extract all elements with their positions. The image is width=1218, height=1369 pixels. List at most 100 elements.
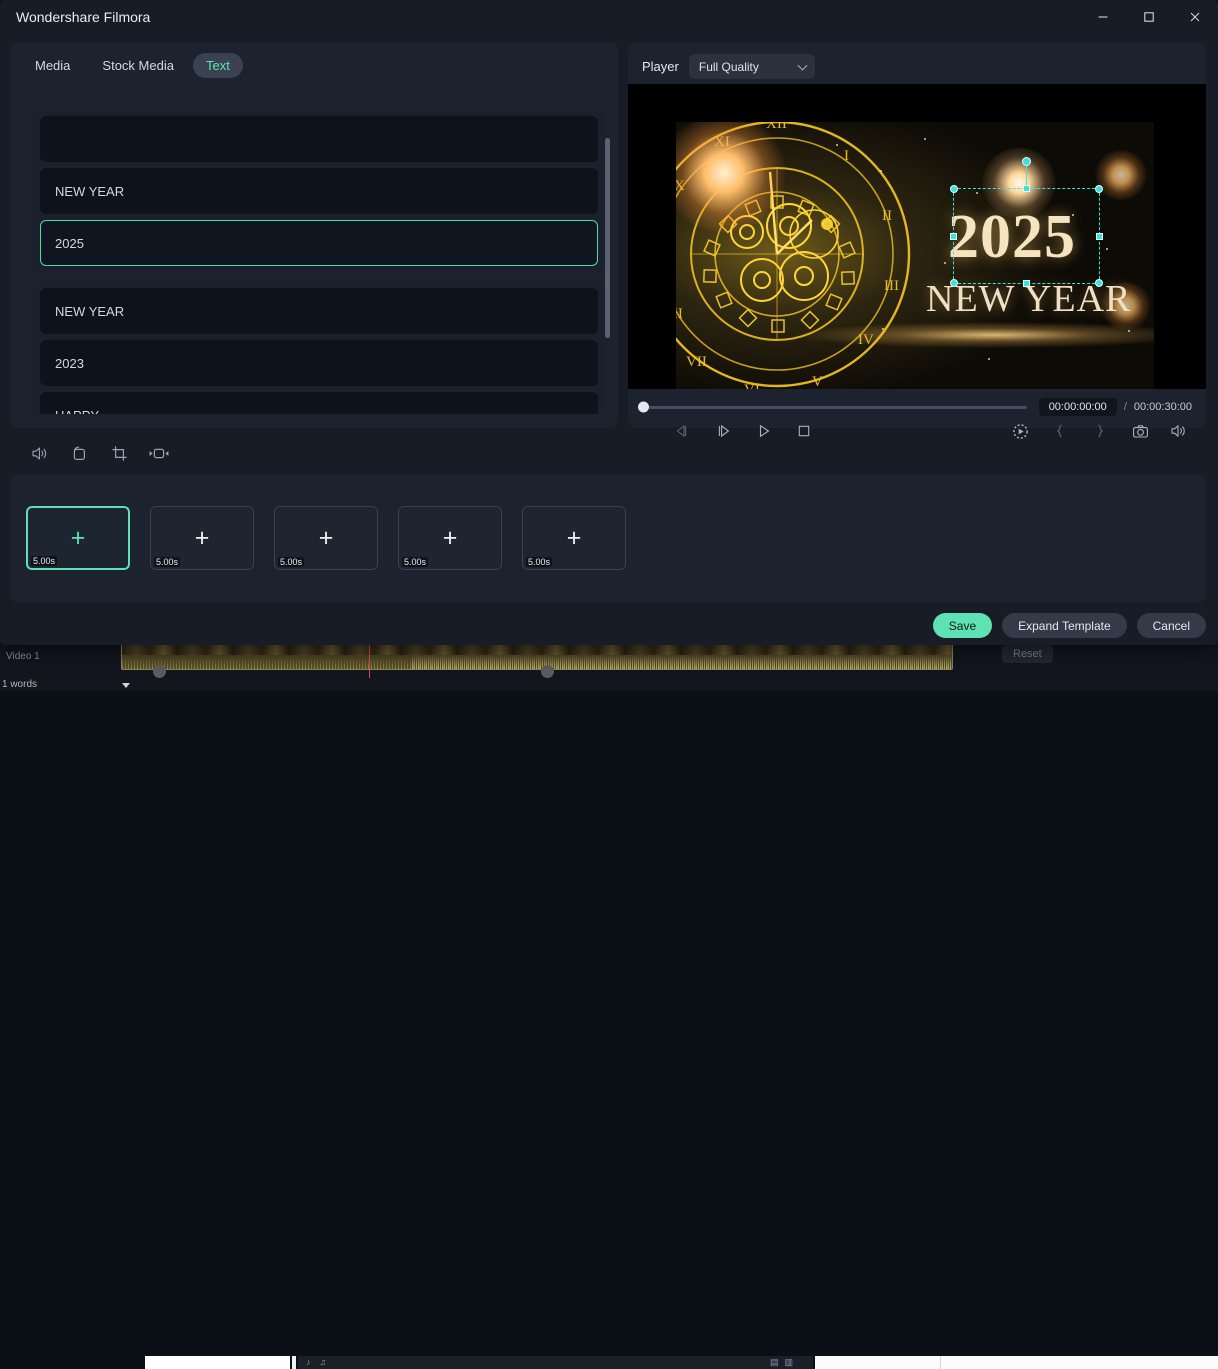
seek-bar[interactable] <box>642 406 1027 409</box>
resize-handle-bottom-left[interactable] <box>950 279 958 287</box>
stop-icon <box>796 423 812 439</box>
volume-icon <box>30 444 49 463</box>
player-label: Player <box>642 59 679 74</box>
add-media-icon: + <box>443 526 458 551</box>
audio-button[interactable] <box>24 438 54 468</box>
resize-handle-top-right[interactable] <box>1095 185 1103 193</box>
resize-handle-top-left[interactable] <box>950 185 958 193</box>
bottom-toolbar[interactable]: ♪♫ ▤▥ <box>298 1356 813 1369</box>
bottom-toolbar-icons-right: ▤▥ <box>770 1357 799 1368</box>
seek-row: 00:00:00:00 / 00:00:30:00 <box>642 397 1192 417</box>
cancel-button[interactable]: Cancel <box>1137 613 1206 638</box>
firework-burst <box>1094 150 1148 200</box>
add-media-icon: + <box>319 526 334 551</box>
svg-text:VI: VI <box>744 382 760 389</box>
template-clip-strip: + 5.00s + 5.00s + 5.00s + 5.00s + 5.00s <box>10 474 1206 602</box>
clip-slot[interactable]: + 5.00s <box>522 506 626 570</box>
tab-media[interactable]: Media <box>22 53 83 78</box>
sparkle <box>1106 248 1108 250</box>
quality-select-value: Full Quality <box>699 60 759 74</box>
timeline-clip[interactable] <box>121 642 953 670</box>
resize-handle-bottom-center[interactable] <box>1023 280 1030 287</box>
text-group-2: NEW YEAR 2023 HAPPY <box>32 282 606 414</box>
minimize-button[interactable] <box>1080 0 1126 34</box>
word-count-label: 1 words <box>2 679 37 690</box>
tab-stock-media[interactable]: Stock Media <box>89 53 187 78</box>
quality-select[interactable]: Full Quality <box>689 54 815 79</box>
play-icon <box>756 423 772 439</box>
panel-tabs: Media Stock Media Text <box>22 53 243 78</box>
edit-toolbar <box>10 438 1206 468</box>
resize-handle-middle-right[interactable] <box>1096 233 1103 240</box>
clip-trim-handle-right[interactable] <box>541 665 554 678</box>
sparkle <box>880 170 882 172</box>
dialog-footer: Save Expand Template Cancel <box>933 613 1206 638</box>
current-timecode[interactable]: 00:00:00:00 <box>1039 398 1117 416</box>
sparkle <box>882 328 884 330</box>
horizon-glow <box>796 322 1154 348</box>
clip-duration: 5.00s <box>402 557 428 567</box>
save-button[interactable]: Save <box>933 613 992 638</box>
add-media-icon: + <box>71 526 86 551</box>
svg-text:VIII: VIII <box>676 306 683 322</box>
text-input-row[interactable]: NEW YEAR <box>40 168 598 214</box>
text-item-list[interactable]: NEW YEAR 2025 NEW YEAR 2023 HAPPY <box>32 110 606 414</box>
text-input-row[interactable]: NEW YEAR <box>40 288 598 334</box>
clip-waveform-detail <box>412 652 952 669</box>
rotate-button[interactable] <box>64 438 94 468</box>
text-group-1: NEW YEAR 2025 <box>32 110 606 272</box>
add-media-icon: + <box>195 526 210 551</box>
camera-icon <box>1132 423 1149 440</box>
text-selection-box[interactable] <box>953 188 1100 284</box>
reset-button[interactable]: Reset <box>1002 645 1053 663</box>
text-input-row[interactable]: HAPPY <box>40 392 598 414</box>
sparkle <box>988 358 990 360</box>
bottom-toolbar-icons-left: ♪♫ <box>306 1357 335 1367</box>
sparkle <box>944 262 946 264</box>
seek-thumb[interactable] <box>638 402 649 413</box>
bottom-status-strip: ♪♫ ▤▥ <box>0 678 1218 691</box>
total-timecode: 00:00:30:00 <box>1134 401 1192 413</box>
clip-slot[interactable]: + 5.00s <box>398 506 502 570</box>
svg-text:V: V <box>812 374 823 389</box>
mark-out-icon <box>1092 423 1108 439</box>
sparkle <box>836 144 838 146</box>
sparkle <box>1128 330 1130 332</box>
template-editor-dialog: Wondershare Filmora Media Stock Media Te… <box>0 0 1218 645</box>
svg-text:I: I <box>844 148 849 164</box>
resize-handle-middle-left[interactable] <box>950 233 957 240</box>
clip-trim-handle-left[interactable] <box>153 665 166 678</box>
clip-row: + 5.00s + 5.00s + 5.00s + 5.00s + 5.00s <box>26 506 626 570</box>
speed-button[interactable] <box>144 438 174 468</box>
text-input-row[interactable]: 2023 <box>40 340 598 386</box>
bottom-white-panel-left <box>145 1356 290 1369</box>
crop-icon <box>110 444 129 463</box>
text-list-scrollbar[interactable] <box>605 138 610 338</box>
close-button[interactable] <box>1172 0 1218 34</box>
text-input-row[interactable] <box>40 116 598 162</box>
timeline-track-label: Video 1 <box>6 651 40 662</box>
rotate-handle[interactable] <box>1022 157 1031 166</box>
sparkle <box>924 138 926 140</box>
crop-button[interactable] <box>104 438 134 468</box>
expand-template-button[interactable]: Expand Template <box>1002 613 1127 638</box>
bottom-white-panel-right <box>815 1356 1218 1369</box>
render-preview-icon <box>1012 423 1029 440</box>
clip-slot[interactable]: + 5.00s <box>150 506 254 570</box>
clip-duration: 5.00s <box>154 557 180 567</box>
clip-slot[interactable]: + 5.00s <box>26 506 130 570</box>
resize-handle-bottom-right[interactable] <box>1095 279 1103 287</box>
video-preview[interactable]: XII XI X IX VIII VII VI V IV III II I <box>676 122 1154 389</box>
timecode-separator: / <box>1124 401 1127 413</box>
player-panel: Player Full Quality <box>628 42 1206 428</box>
clip-duration: 5.00s <box>526 557 552 567</box>
tab-text[interactable]: Text <box>193 53 243 78</box>
text-input-row-selected[interactable]: 2025 <box>40 220 598 266</box>
clip-slot[interactable]: + 5.00s <box>274 506 378 570</box>
bottom-panel-divider <box>940 1356 941 1369</box>
chevron-down-icon[interactable] <box>122 683 130 688</box>
clip-duration: 5.00s <box>31 556 57 566</box>
maximize-button[interactable] <box>1126 0 1172 34</box>
step-frame-icon <box>716 423 732 439</box>
resize-handle-top-center[interactable] <box>1023 185 1030 192</box>
